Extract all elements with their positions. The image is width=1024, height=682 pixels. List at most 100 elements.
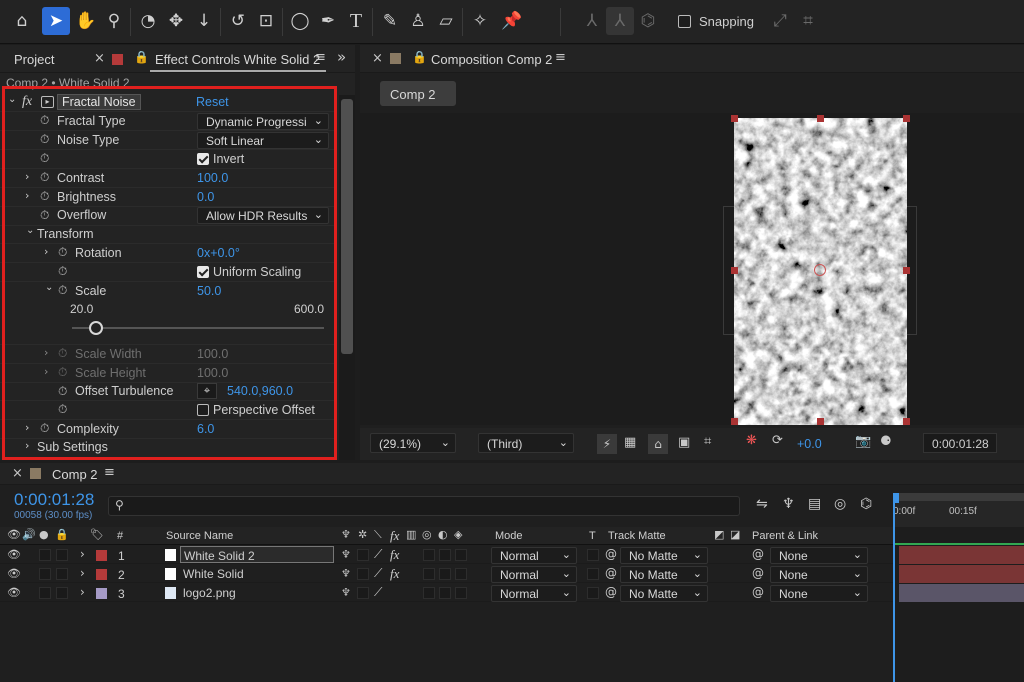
hand-tool-icon[interactable]: ✋ bbox=[72, 7, 100, 35]
fractal-type-dropdown[interactable]: Dynamic Progressi ⌄ bbox=[197, 113, 329, 130]
parent-pick-whip-icon[interactable]: @ bbox=[752, 566, 764, 580]
frame-blend-switch[interactable] bbox=[423, 549, 435, 561]
comp-viewer[interactable] bbox=[360, 113, 1024, 425]
layer-name-field[interactable]: White Solid bbox=[180, 565, 334, 582]
crosshair-icon[interactable]: ⌖ bbox=[197, 383, 217, 399]
timeline-timecode[interactable]: 0:00:01:28 bbox=[14, 490, 94, 510]
shy-switch-icon[interactable]: ♆ bbox=[341, 586, 351, 599]
frame-blending-icon[interactable]: ▤ bbox=[808, 496, 821, 512]
chevron-right-icon[interactable]: › bbox=[44, 245, 48, 258]
solo-toggle[interactable] bbox=[39, 549, 51, 561]
stopwatch-icon[interactable]: ⏱ bbox=[40, 189, 49, 204]
fast-previews-icon[interactable]: ⚡ bbox=[597, 434, 617, 454]
contrast-value[interactable]: 100.0 bbox=[197, 171, 228, 185]
dolly-camera-icon[interactable]: ↓ bbox=[190, 7, 218, 35]
chevron-right-icon[interactable]: › bbox=[80, 547, 85, 561]
type-tool-icon[interactable]: T bbox=[342, 7, 370, 35]
channels-icon[interactable]: ❋ bbox=[746, 433, 757, 448]
reset-exposure-icon[interactable]: ⟳ bbox=[772, 433, 783, 448]
tab-effect-controls[interactable]: Effect Controls White Solid 2 bbox=[155, 52, 320, 67]
layer-row[interactable]: 👁 › 1 White Solid 2 ♆ ⟋ fx Normal ⌄ @ No … bbox=[0, 546, 893, 564]
pick-whip-icon[interactable]: @ bbox=[605, 547, 617, 561]
blend-mode-dropdown[interactable]: Normal ⌄ bbox=[491, 585, 577, 602]
parent-dropdown[interactable]: None ⌄ bbox=[770, 547, 868, 564]
quality-switch-icon[interactable]: ⟋ bbox=[374, 585, 382, 600]
motion-blur-icon[interactable]: ◎ bbox=[834, 496, 846, 512]
stopwatch-icon[interactable]: ⏱ bbox=[40, 151, 49, 166]
scale-slider-thumb[interactable] bbox=[89, 321, 104, 335]
current-time-display[interactable]: 0:00:01:28 bbox=[923, 433, 997, 453]
layer-search-input[interactable]: ⚲ bbox=[108, 496, 740, 516]
track-matte-dropdown[interactable]: No Matte ⌄ bbox=[620, 585, 708, 602]
resolution-dropdown[interactable]: (Third) ⌄ bbox=[478, 433, 574, 453]
solo-icon[interactable]: ● bbox=[39, 528, 49, 541]
shy-switch-icon[interactable]: ♆ bbox=[341, 548, 351, 561]
parent-pick-whip-icon[interactable]: @ bbox=[752, 585, 764, 599]
close-icon[interactable]: × bbox=[12, 466, 23, 481]
audio-icon[interactable]: 🔊 bbox=[22, 528, 36, 541]
layer-label-color[interactable] bbox=[96, 588, 107, 599]
view-axis-icon[interactable]: ⌬ bbox=[634, 7, 662, 35]
layer-label-color[interactable] bbox=[96, 550, 107, 561]
panel-menu-icon[interactable]: ≡ bbox=[555, 50, 566, 65]
blend-mode-dropdown[interactable]: Normal ⌄ bbox=[491, 566, 577, 583]
anchor-point-tool-icon[interactable]: ⊡ bbox=[252, 7, 280, 35]
motion-blur-switch[interactable] bbox=[439, 549, 451, 561]
close-icon[interactable]: × bbox=[372, 51, 383, 66]
motion-blur-switch[interactable] bbox=[439, 568, 451, 580]
3d-switch[interactable] bbox=[455, 587, 467, 599]
chevron-right-icon[interactable]: › bbox=[44, 365, 48, 378]
home-icon[interactable]: ⌂ bbox=[8, 7, 36, 35]
scale-slider-track[interactable] bbox=[72, 327, 324, 329]
track-matte-dropdown[interactable]: No Matte ⌄ bbox=[620, 566, 708, 583]
transform-handle[interactable] bbox=[817, 418, 824, 425]
stopwatch-icon[interactable]: ⏱ bbox=[58, 264, 67, 279]
transform-handle[interactable] bbox=[731, 115, 738, 122]
collapse-switch[interactable] bbox=[357, 568, 369, 580]
pick-whip-icon[interactable]: @ bbox=[605, 585, 617, 599]
stopwatch-icon[interactable]: ⏱ bbox=[58, 384, 67, 399]
transform-handle[interactable] bbox=[903, 115, 910, 122]
rotation-value[interactable]: 0x+0.0° bbox=[197, 246, 240, 260]
chevron-right-icon[interactable]: › bbox=[25, 170, 29, 183]
quality-switch-icon[interactable]: ⟋ bbox=[374, 547, 382, 562]
snapshot-icon[interactable]: 📷 bbox=[855, 434, 871, 449]
pen-tool-icon[interactable]: ✒ bbox=[314, 7, 342, 35]
exposure-value[interactable]: +0.0 bbox=[797, 437, 822, 451]
transform-handle[interactable] bbox=[731, 267, 738, 274]
magnification-dropdown[interactable]: (29.1%) ⌄ bbox=[370, 433, 456, 453]
frame-blend-switch[interactable] bbox=[423, 568, 435, 580]
snap-edges-icon[interactable]: ⤢ bbox=[766, 7, 794, 35]
stopwatch-icon[interactable]: ⏱ bbox=[40, 421, 49, 436]
chevron-right-icon[interactable]: › bbox=[25, 421, 29, 434]
overflow-dropdown[interactable]: Allow HDR Results ⌄ bbox=[197, 207, 329, 224]
time-ruler[interactable]: 0:00f 00:15f bbox=[893, 493, 1024, 527]
show-snapshot-icon[interactable]: ⚈ bbox=[880, 434, 892, 449]
lock-icon[interactable]: 🔒 bbox=[134, 50, 149, 64]
chevron-right-icon[interactable]: › bbox=[80, 585, 85, 599]
perspective-offset-checkbox[interactable] bbox=[197, 404, 209, 416]
stopwatch-icon[interactable]: ⏱ bbox=[40, 113, 49, 128]
parent-dropdown[interactable]: None ⌄ bbox=[770, 566, 868, 583]
tab-composition[interactable]: Composition Comp 2 bbox=[431, 52, 552, 67]
preserve-transparency-toggle[interactable] bbox=[587, 549, 599, 561]
grid-guides-icon[interactable]: ⌗ bbox=[704, 434, 711, 449]
playhead[interactable] bbox=[893, 493, 895, 682]
preserve-transparency-toggle[interactable] bbox=[587, 587, 599, 599]
pick-whip-icon[interactable]: @ bbox=[605, 566, 617, 580]
3d-switch[interactable] bbox=[455, 568, 467, 580]
visibility-eye-icon[interactable]: 👁 bbox=[7, 548, 21, 561]
chevron-down-icon[interactable]: ⌄ bbox=[26, 225, 34, 236]
panel-menu-icon[interactable]: ≡ bbox=[315, 50, 326, 65]
graph-editor-icon[interactable]: ⌬ bbox=[860, 496, 872, 512]
shape-tool-icon[interactable]: ◯ bbox=[286, 7, 314, 35]
layer-row[interactable]: 👁 › 2 White Solid ♆ ⟋ fx Normal ⌄ @ No Ma… bbox=[0, 565, 893, 583]
label-tag-icon[interactable]: 🏷 bbox=[90, 528, 104, 541]
reset-button[interactable]: Reset bbox=[196, 95, 229, 109]
fx-icon[interactable]: fx bbox=[22, 94, 32, 110]
frame-blend-switch[interactable] bbox=[423, 587, 435, 599]
layer-bar[interactable] bbox=[899, 565, 1024, 583]
parent-pick-whip-icon[interactable]: @ bbox=[752, 547, 764, 561]
shy-switch-icon[interactable]: ♆ bbox=[341, 567, 351, 580]
stopwatch-icon[interactable]: ⏱ bbox=[40, 132, 49, 147]
